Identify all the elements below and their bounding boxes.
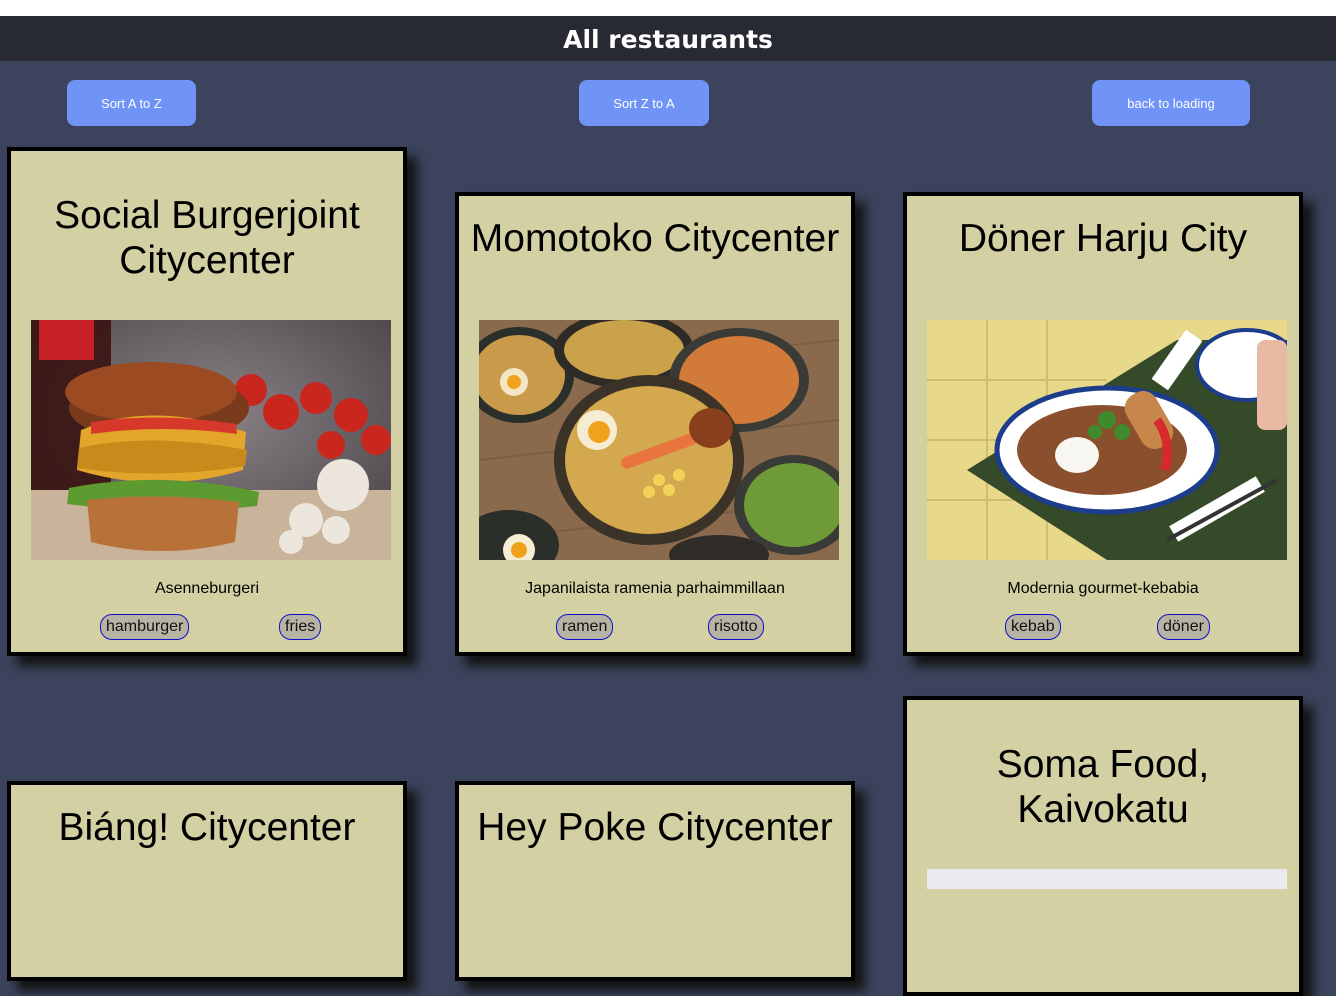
restaurant-description: Japanilaista ramenia parhaimmillaan [525,580,785,597]
sort-z-to-a-button[interactable]: Sort Z to A [579,80,709,126]
sort-a-to-z-button[interactable]: Sort A to Z [67,80,196,126]
restaurant-image-burger [31,320,391,560]
restaurant-name: Biáng! Citycenter [58,805,356,849]
restaurant-image-kebab [927,320,1287,560]
back-to-loading-button[interactable]: back to loading [1092,80,1250,126]
restaurant-name: Social Burgerjoint Citycenter [54,194,360,282]
tag-chip[interactable]: fries [279,614,322,640]
tag-chip[interactable]: kebab [1005,614,1061,640]
restaurant-description: Asenneburgeri [154,580,260,597]
restaurant-card[interactable]: Döner Harju City Modernia gourmet-kebabi… [903,192,1303,656]
restaurant-name: Momotoko Citycenter [470,216,840,260]
page-title: All restaurants [0,16,1336,61]
tag-chip[interactable]: risotto [708,614,764,640]
restaurant-card[interactable]: Momotoko Citycenter Japanilaista ramenia… [455,192,855,656]
restaurant-image [927,869,1287,889]
tag-chip[interactable]: döner [1157,614,1210,640]
restaurant-card[interactable]: Hey Poke Citycenter [455,781,855,981]
browser-top-strip [0,0,1336,16]
restaurant-card[interactable]: Social Burgerjoint Citycenter Asenneburg… [7,147,407,656]
restaurant-image-ramen [479,320,839,560]
restaurant-name: Soma Food, Kaivokatu [996,743,1210,831]
tag-chip[interactable]: ramen [556,614,614,640]
restaurant-name: Hey Poke Citycenter [477,805,833,849]
tag-chip[interactable]: hamburger [100,614,190,640]
restaurant-description: Modernia gourmet-kebabia [1007,580,1199,597]
restaurant-card[interactable]: Soma Food, Kaivokatu [903,696,1303,996]
restaurant-name: Döner Harju City [958,216,1248,260]
restaurant-card[interactable]: Biáng! Citycenter [7,781,407,981]
